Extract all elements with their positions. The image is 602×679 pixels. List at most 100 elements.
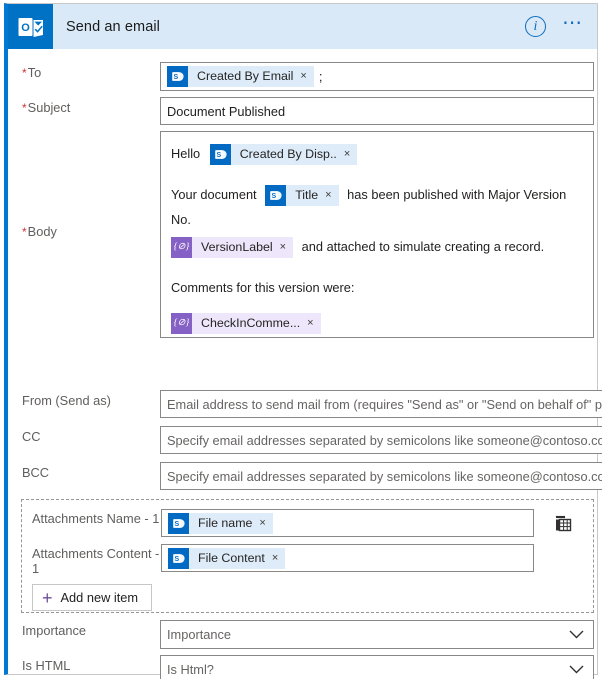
svg-text:S: S — [174, 521, 179, 528]
attachments-name-row: Attachments Name - 1 S File name × — [22, 500, 593, 537]
token-remove-icon[interactable]: × — [259, 513, 272, 534]
token-title[interactable]: S Title × — [265, 185, 339, 207]
label-to: *To — [8, 62, 160, 91]
token-label: Created By Disp.. — [239, 147, 337, 162]
token-remove-icon[interactable]: × — [272, 548, 285, 569]
token-file-name[interactable]: S File name × — [168, 512, 273, 534]
label-importance: Importance — [22, 623, 87, 638]
sharepoint-icon: S — [168, 547, 189, 569]
label-subject-text: Subject — [27, 100, 71, 115]
more-options-icon[interactable]: ⋯ — [562, 13, 584, 36]
attachments-content-input[interactable]: S File Content × — [161, 544, 534, 572]
expression-glyph: {⊘} — [173, 242, 190, 253]
sharepoint-icon: S — [265, 185, 287, 207]
token-remove-icon[interactable]: × — [300, 66, 313, 87]
sharepoint-icon: S — [168, 512, 189, 534]
attachments-name-input[interactable]: S File name × — [161, 509, 534, 537]
token-remove-icon[interactable]: × — [280, 237, 293, 258]
token-version-label[interactable]: {⊘} VersionLabel × — [171, 237, 294, 259]
plus-icon: + — [42, 587, 53, 608]
field-row-is-html: Is HTML Is Html? — [8, 655, 594, 679]
header-actions: i ⋯ — [525, 13, 597, 37]
label-attachments-content: Attachments Content - 1 — [32, 546, 160, 576]
label-attachments-name: Attachments Name - 1 — [32, 511, 160, 526]
sharepoint-icon: S — [167, 66, 188, 87]
label-body: *Body — [8, 131, 160, 338]
svg-text:O: O — [21, 22, 30, 34]
field-row-bcc: BCC Specify email addresses separated by… — [8, 462, 602, 490]
array-view-toggle[interactable] — [534, 509, 593, 537]
body-line-4: Comments for this version were: — [171, 280, 355, 295]
info-icon[interactable]: i — [525, 16, 546, 37]
body-line-5: {⊘} CheckInComme... × — [171, 310, 583, 335]
required-marker: * — [22, 66, 27, 80]
token-label: Created By Email — [197, 69, 294, 83]
token-label: File Content — [198, 550, 265, 565]
send-email-action-card-screen: O Send an email i ⋯ *To S Created By Ema… — [0, 0, 602, 679]
label-cc: CC — [8, 426, 160, 454]
to-input[interactable]: S Created By Email × ; — [160, 62, 594, 91]
is-html-select[interactable]: Is Html? — [160, 655, 594, 679]
add-new-item-wrap: + Add new item — [22, 576, 593, 611]
expression-icon: {⊘} — [171, 237, 192, 259]
from-placeholder: Email address to send mail from (require… — [167, 396, 602, 412]
table-grid-icon — [555, 515, 572, 531]
body-line-2: Your document S Title × has been publish… — [171, 182, 583, 232]
add-new-item-label: Add new item — [60, 590, 139, 605]
token-remove-icon[interactable]: × — [307, 313, 320, 334]
card-header: O Send an email i ⋯ — [8, 4, 597, 49]
body-spacer-3 — [171, 300, 583, 310]
token-file-content[interactable]: S File Content × — [168, 547, 286, 569]
required-marker: * — [22, 225, 27, 239]
importance-select[interactable]: Importance — [160, 620, 594, 649]
subject-value: Document Published — [167, 103, 286, 119]
label-bcc-text: BCC — [22, 465, 50, 480]
field-row-body: *Body Hello S Created By Disp.. × Your d… — [8, 131, 594, 338]
expression-icon: {⊘} — [171, 313, 192, 335]
body-line1-prefix: Hello — [171, 146, 201, 161]
token-remove-icon[interactable]: × — [325, 185, 338, 206]
body-line3-suffix: and attached to simulate creating a reco… — [301, 239, 545, 254]
cc-input[interactable]: Specify email addresses separated by sem… — [160, 426, 602, 454]
from-input[interactable]: Email address to send mail from (require… — [160, 390, 602, 418]
label-from: From (Send as) — [8, 390, 160, 418]
token-label: Title — [295, 188, 319, 203]
svg-text:S: S — [216, 152, 221, 159]
field-row-to: *To S Created By Email × ; — [8, 62, 594, 91]
add-new-item-button[interactable]: + Add new item — [32, 584, 153, 611]
outlook-icon: O — [8, 4, 53, 49]
is-html-placeholder: Is Html? — [167, 662, 214, 677]
subject-input[interactable]: Document Published — [160, 97, 594, 125]
token-label: CheckInComme... — [201, 316, 301, 331]
svg-text:S: S — [173, 74, 178, 81]
body-line-1: Hello S Created By Disp.. × — [171, 141, 583, 166]
label-bcc: BCC — [8, 462, 160, 490]
token-remove-icon[interactable]: × — [344, 144, 357, 165]
card-title: Send an email — [66, 18, 160, 35]
label-body-text: Body — [27, 224, 57, 239]
field-row-from: From (Send as) Email address to send mai… — [8, 390, 602, 418]
token-created-by-display[interactable]: S Created By Disp.. × — [209, 144, 358, 166]
body-line2-prefix: Your document — [171, 187, 257, 202]
bcc-placeholder: Specify email addresses separated by sem… — [167, 468, 602, 484]
label-to-text: To — [27, 65, 42, 80]
chevron-down-icon — [569, 661, 584, 679]
field-row-cc: CC Specify email addresses separated by … — [8, 426, 602, 454]
svg-text:S: S — [272, 193, 277, 200]
label-from-text: From (Send as) — [22, 393, 111, 408]
importance-placeholder: Importance — [167, 627, 232, 642]
attachments-content-row: Attachments Content - 1 S File Content × — [22, 537, 593, 576]
body-spacer-2 — [171, 259, 583, 275]
expression-glyph: {⊘} — [173, 318, 190, 329]
body-rich-input[interactable]: Hello S Created By Disp.. × Your documen… — [160, 131, 594, 338]
label-subject: *Subject — [8, 97, 160, 125]
sharepoint-icon: S — [209, 144, 231, 166]
token-checkin-comments[interactable]: {⊘} CheckInComme... × — [171, 313, 321, 335]
cc-placeholder: Specify email addresses separated by sem… — [167, 432, 602, 448]
token-label: File name — [198, 515, 253, 530]
required-marker: * — [22, 101, 27, 115]
svg-text:S: S — [174, 556, 179, 563]
token-created-by-email[interactable]: S Created By Email × — [167, 66, 314, 87]
bcc-input[interactable]: Specify email addresses separated by sem… — [160, 462, 602, 490]
